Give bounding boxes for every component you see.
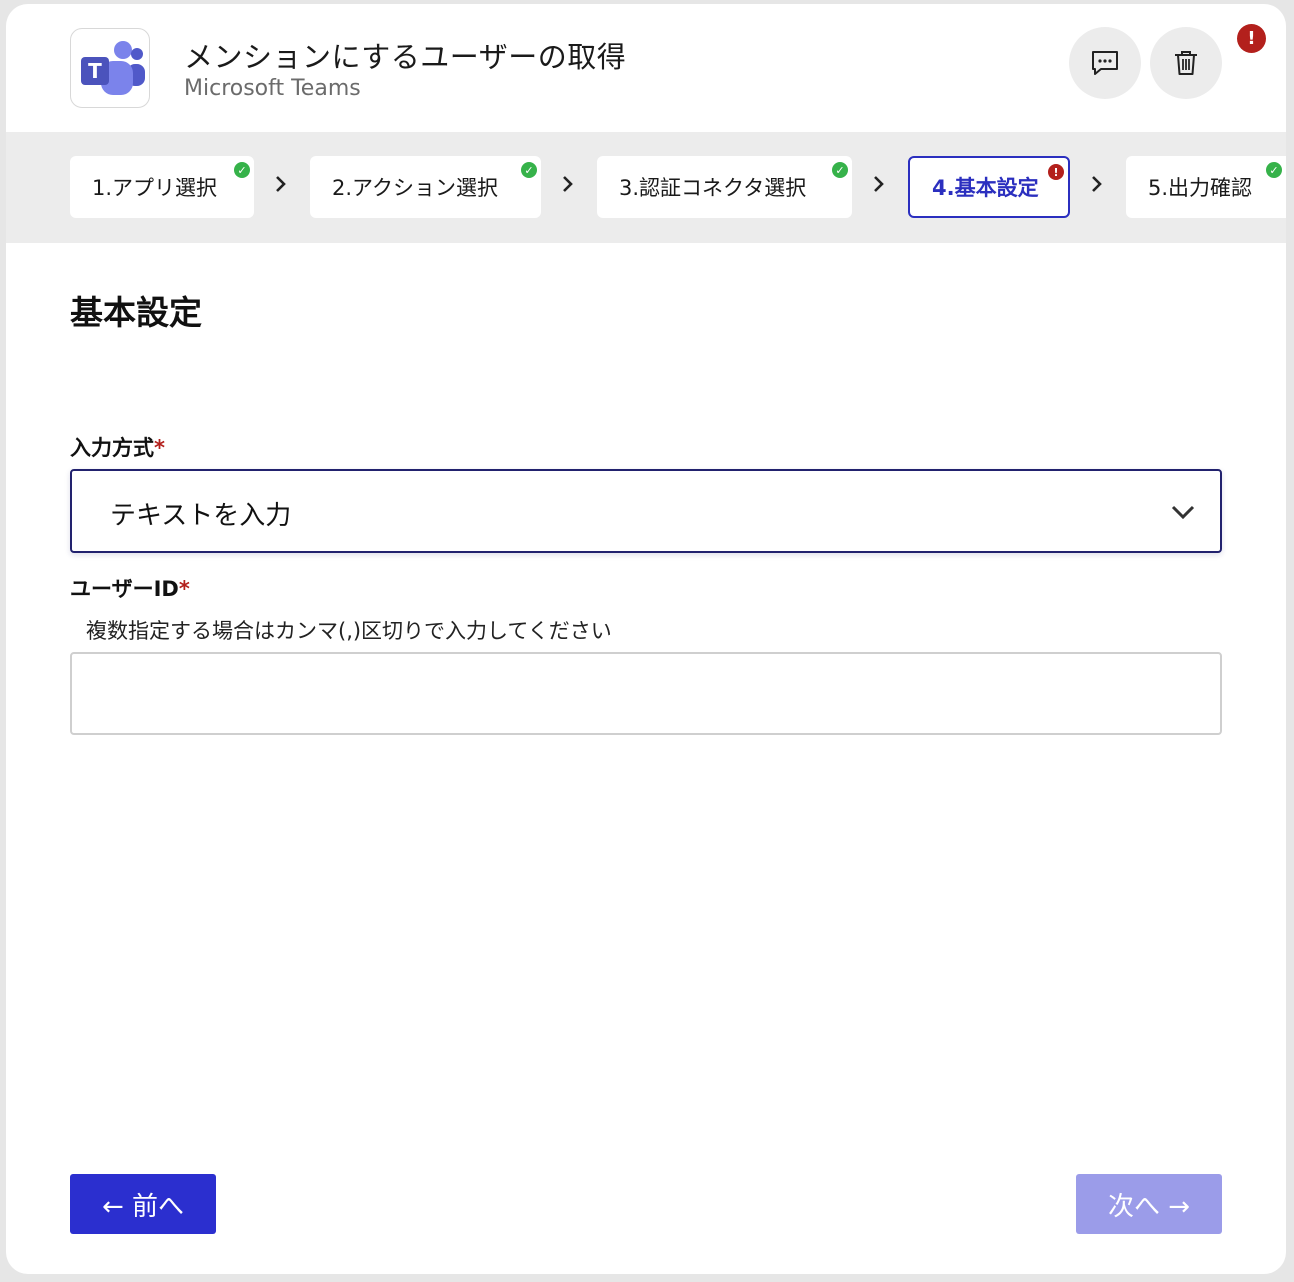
chevron-right-icon xyxy=(874,176,884,192)
comment-icon xyxy=(1092,51,1118,75)
step-basic-settings[interactable]: 4.基本設定 ! xyxy=(908,156,1070,218)
trash-icon xyxy=(1175,51,1197,75)
user-id-label-text: ユーザーID xyxy=(70,577,179,601)
delete-button[interactable] xyxy=(1150,27,1222,99)
input-method-label: 入力方式* xyxy=(70,432,165,462)
step-connector-select[interactable]: 3.認証コネクタ選択 ✓ xyxy=(597,156,852,218)
section-title: 基本設定 xyxy=(70,293,202,332)
required-mark: * xyxy=(154,436,165,460)
chevron-right-icon xyxy=(1092,176,1102,192)
page-title: メンションにするユーザーの取得 xyxy=(184,40,627,74)
prev-button[interactable]: ← 前へ xyxy=(70,1174,216,1234)
header: T メンションにするユーザーの取得 Microsoft Teams ! xyxy=(6,4,1286,132)
modal-card: T メンションにするユーザーの取得 Microsoft Teams ! 1.アプ… xyxy=(6,4,1286,1274)
step-label: 4.基本設定 xyxy=(932,176,1039,200)
comment-button[interactable] xyxy=(1069,27,1141,99)
check-icon: ✓ xyxy=(832,162,848,178)
user-id-label: ユーザーID* xyxy=(70,573,190,603)
chevron-down-icon xyxy=(1171,505,1195,520)
check-icon: ✓ xyxy=(521,162,537,178)
step-label: 3.認証コネクタ選択 xyxy=(619,176,807,200)
required-mark: * xyxy=(178,577,190,601)
user-id-input[interactable] xyxy=(70,652,1222,735)
chevron-right-icon xyxy=(563,176,573,192)
error-alert-icon: ! xyxy=(1237,24,1266,53)
input-method-value: テキストを入力 xyxy=(110,501,292,531)
check-icon: ✓ xyxy=(1266,162,1282,178)
next-button[interactable]: 次へ → xyxy=(1076,1174,1222,1234)
chevron-right-icon xyxy=(276,176,286,192)
input-method-select[interactable]: テキストを入力 xyxy=(70,469,1222,553)
step-label: 2.アクション選択 xyxy=(332,176,498,200)
app-subtitle: Microsoft Teams xyxy=(184,76,361,101)
check-icon: ✓ xyxy=(234,162,250,178)
step-label: 5.出力確認 xyxy=(1148,176,1253,200)
svg-text:T: T xyxy=(88,59,102,83)
step-label: 1.アプリ選択 xyxy=(92,176,218,200)
step-action-select[interactable]: 2.アクション選択 ✓ xyxy=(310,156,541,218)
user-id-hint: 複数指定する場合はカンマ(,)区切りで入力してください xyxy=(86,619,612,643)
teams-app-icon: T xyxy=(70,28,150,108)
step-app-select[interactable]: 1.アプリ選択 ✓ xyxy=(70,156,254,218)
input-method-label-text: 入力方式 xyxy=(70,436,154,460)
error-icon: ! xyxy=(1048,164,1064,180)
step-output-confirm[interactable]: 5.出力確認 ✓ xyxy=(1126,156,1286,218)
step-navigation: 1.アプリ選択 ✓ 2.アクション選択 ✓ 3.認証コネクタ選択 ✓ 4.基本設… xyxy=(6,132,1286,243)
